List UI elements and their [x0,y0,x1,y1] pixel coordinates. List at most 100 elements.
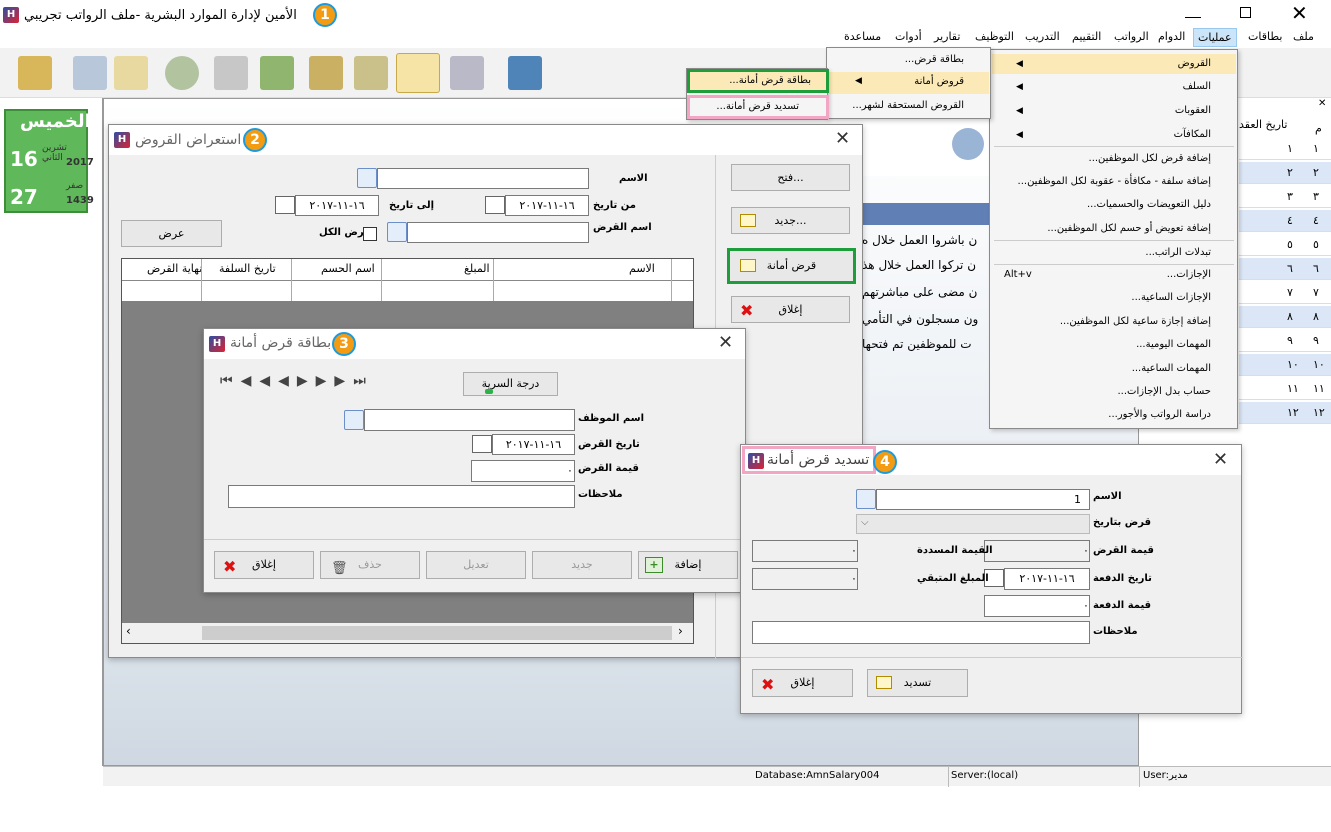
close-icon[interactable]: ✕ [1213,449,1228,470]
table-row[interactable]: ٥٥ [1239,234,1331,256]
loan-card-item[interactable]: بطاقة قرض... [905,54,964,65]
menu-cards[interactable]: بطاقات [1248,30,1282,43]
minimize-button[interactable] [1185,4,1201,18]
due-loans-item[interactable]: القروض المستحقة لشهر... [852,100,964,111]
notes-field[interactable] [752,621,1090,644]
operations-menu-item[interactable]: إضافة قرض لكل الموظفين... [1089,153,1211,164]
payment-value-field[interactable]: ٠ [984,595,1090,617]
name-field[interactable] [377,168,589,189]
operations-menu-item[interactable]: دليل التعويضات والحسميات... [1087,199,1211,210]
operations-menu-item[interactable]: الإجازات... [1167,269,1211,280]
calculator-icon[interactable] [450,56,484,90]
close-window-button[interactable]: ✕ [1291,1,1308,25]
operations-menu-item[interactable]: إضافة سلفة - مكافأة - عقوبة لكل الموظفين… [1018,176,1211,187]
menu-operations[interactable]: عمليات [1193,28,1237,47]
operations-menu-item[interactable]: تبدلات الراتب... [1145,247,1211,258]
name-field[interactable]: 1 [876,489,1090,510]
amana-loans-item[interactable]: قروض أمانة [914,76,964,87]
search-icon[interactable] [387,222,407,242]
add-button[interactable]: + إضافة [638,551,738,579]
table-row[interactable]: ٣٣ [1239,186,1331,208]
employee-field[interactable] [364,409,575,431]
books-icon[interactable] [309,56,343,90]
secrecy-button[interactable]: درجة السرية [463,372,558,396]
operations-menu-item[interactable]: حساب بدل الإجازات... [1118,386,1212,397]
table-row[interactable]: ٤٤ [1239,210,1331,232]
menu-training[interactable]: التدريب [1025,30,1060,43]
new-button[interactable]: جديد [532,551,632,579]
menu-attendance[interactable]: الدوام [1158,30,1185,43]
scroll-right-icon[interactable]: › [678,624,683,638]
loans-icon[interactable] [396,53,440,93]
grid-row[interactable] [122,281,693,301]
maximize-button[interactable] [1240,7,1251,18]
delete-button[interactable]: 🗑 حذف [320,551,420,579]
menu-file[interactable]: ملف [1293,30,1314,43]
amana-loan-button[interactable]: قرض أمانة [727,248,856,284]
close-button[interactable]: ✖ إغلاق [731,296,850,323]
operations-menu-item[interactable]: دراسة الرواتب والأجور... [1108,409,1211,420]
scroll-thumb[interactable] [202,626,672,640]
to-date-field[interactable]: ١٦-١١-٢٠١٧ [295,195,379,216]
show-all-checkbox[interactable] [363,227,377,241]
calendar-icon[interactable] [485,196,505,214]
payment-date-field[interactable]: ١٦-١١-٢٠١٧ [1004,568,1090,590]
menu-tools[interactable]: أدوات [895,30,922,43]
calendar-clock-icon[interactable] [214,56,248,90]
amana-card-item[interactable]: بطاقة قرض أمانة... [729,75,811,86]
table-row[interactable]: ١٢ ١٢ [1239,402,1331,424]
close-icon[interactable]: ✕ [718,332,733,353]
table-row[interactable]: ٧٧ [1239,282,1331,304]
menu-help[interactable]: مساعدة [844,30,881,43]
operations-menu-item[interactable]: العقوبات [1175,105,1211,116]
new-button[interactable]: جديد... [731,207,850,234]
employee-card-icon[interactable] [73,56,107,90]
folder-open-icon[interactable] [18,56,52,90]
calendar-icon[interactable] [275,196,295,214]
repay-button[interactable]: تسديد [867,669,968,697]
operations-menu-item[interactable]: السلف [1183,81,1211,92]
menu-employment[interactable]: التوظيف [975,30,1014,43]
table-row[interactable]: ٩٩ [1239,330,1331,352]
clock-icon[interactable] [165,56,199,90]
table-row[interactable]: ١١ ١١ [1239,378,1331,400]
close-button[interactable]: ✖ إغلاق [214,551,314,579]
search-icon[interactable] [856,489,876,509]
search-icon[interactable] [357,168,377,188]
notes-field[interactable] [228,485,575,508]
loan-name-field[interactable] [407,222,589,243]
table-row[interactable]: ٦٦ [1239,258,1331,280]
operations-menu-item[interactable]: إضافة إجازة ساعية لكل الموظفين... [1060,316,1211,327]
table-row[interactable]: ٢٢ [1239,162,1331,184]
show-button[interactable]: عرض [121,220,222,247]
close-button[interactable]: ✖ إغلاق [752,669,853,697]
money-icon[interactable] [260,56,294,90]
operations-menu-item[interactable]: المهمات الساعية... [1132,363,1211,374]
add-user-icon[interactable] [114,56,148,90]
scroll-left-icon[interactable]: ‹ [126,624,131,638]
loan-date-select[interactable]: ⌵ [856,514,1090,534]
menu-evaluation[interactable]: التقييم [1072,30,1101,43]
table-row[interactable]: ١١ [1239,138,1331,160]
record-navigator[interactable]: ⏮◀◀◀▶▶▶⏭ [220,373,374,389]
menu-reports[interactable]: تقارير [934,30,960,43]
amana-repay-item[interactable]: تسديد قرض أمانة... [716,101,799,112]
close-icon[interactable]: ✕ [835,128,850,149]
grid-scrollbar[interactable]: ‹ › [122,623,693,643]
loan-value-field[interactable]: ٠ [471,460,575,482]
operations-menu-item[interactable]: إضافة تعويض أو حسم لكل الموظفين... [1047,223,1211,234]
loan-date-field[interactable]: ١٦-١١-٢٠١٧ [492,434,575,455]
from-date-field[interactable]: ١٦-١١-٢٠١٧ [505,195,589,216]
operations-menu-item[interactable]: المهمات اليومية... [1136,339,1211,350]
edit-button[interactable]: تعديل [426,551,526,579]
exit-icon[interactable] [508,56,542,90]
calendar-icon[interactable] [472,435,492,453]
table-close-icon[interactable]: ✕ [1318,98,1326,109]
table-row[interactable]: ١٠ ١٠ [1239,354,1331,376]
files-icon[interactable] [354,56,388,90]
open-button[interactable]: فتح... [731,164,850,191]
menu-salaries[interactable]: الرواتب [1114,30,1149,43]
operations-menu-item[interactable]: المكافآت [1174,129,1211,140]
operations-menu-item[interactable]: القروض [1178,58,1211,69]
operations-menu-item[interactable]: الإجازات الساعية... [1131,292,1211,303]
